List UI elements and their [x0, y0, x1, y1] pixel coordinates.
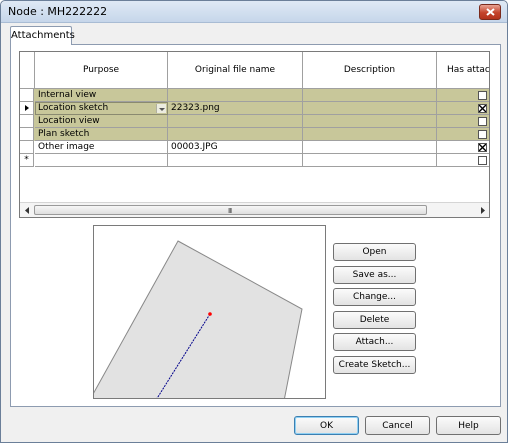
cell-has-attachment [437, 102, 489, 115]
table-row[interactable]: Other image 00003.JPG [20, 141, 489, 154]
column-header-file-name[interactable]: Original file name [168, 52, 303, 89]
check-mark-icon [479, 144, 486, 151]
table-row[interactable]: Location view [20, 115, 489, 128]
has-attachment-checkbox[interactable] [478, 104, 487, 113]
purpose-dropdown-value: Location sketch [38, 103, 109, 113]
cell-description[interactable] [303, 128, 437, 141]
open-button[interactable]: Open [333, 243, 416, 261]
cell-file-name[interactable] [168, 115, 303, 128]
horizontal-scrollbar[interactable]: III [20, 202, 489, 217]
cell-purpose[interactable]: Other image [35, 141, 168, 154]
row-header[interactable] [20, 89, 34, 102]
cell-has-attachment [437, 115, 489, 128]
new-row[interactable]: * [20, 154, 489, 167]
has-attachment-checkbox[interactable] [478, 156, 487, 165]
scroll-left-icon[interactable] [24, 207, 30, 214]
tab-attachments[interactable]: Attachments [10, 26, 75, 45]
ok-button[interactable]: OK [294, 416, 359, 435]
has-attachment-checkbox[interactable] [478, 143, 487, 152]
cell-file-name[interactable]: 22323.png [168, 102, 303, 115]
sketch-image [94, 240, 303, 398]
cell-description[interactable] [303, 102, 437, 115]
new-row-marker-icon[interactable]: * [20, 154, 34, 167]
has-attachment-checkbox[interactable] [478, 130, 487, 139]
cell-description[interactable] [303, 141, 437, 154]
window-title: Node : MH222222 [8, 5, 108, 18]
cancel-button[interactable]: Cancel [365, 416, 430, 435]
cell-purpose[interactable] [35, 154, 168, 167]
row-header[interactable] [20, 141, 34, 154]
cell-purpose[interactable]: Internal view [35, 89, 168, 102]
close-icon [485, 8, 495, 16]
create-sketch-button[interactable]: Create Sketch... [333, 356, 416, 374]
change-button[interactable]: Change... [333, 288, 416, 306]
scroll-right-icon[interactable] [480, 207, 486, 214]
dialog-window: Node : MH222222 Attachments Purpose Orig… [0, 0, 508, 443]
cell-purpose[interactable]: Location view [35, 115, 168, 128]
cell-file-name[interactable] [168, 89, 303, 102]
delete-button[interactable]: Delete [333, 311, 416, 329]
table-row[interactable]: Plan sketch [20, 128, 489, 141]
sketch-point [208, 312, 212, 316]
attachments-grid: Purpose Original file name Description H… [19, 51, 490, 218]
grip-icon: III [228, 207, 232, 215]
current-row-arrow-icon [25, 105, 29, 111]
column-header-description[interactable]: Description [303, 52, 437, 89]
scrollbar-thumb[interactable]: III [34, 205, 427, 215]
purpose-dropdown[interactable]: Location sketch [35, 102, 168, 115]
cell-file-name[interactable] [168, 154, 303, 167]
row-header[interactable] [20, 115, 34, 128]
column-header-purpose[interactable]: Purpose [35, 52, 168, 89]
row-header[interactable] [20, 102, 34, 115]
cell-file-name[interactable] [168, 128, 303, 141]
title-bar[interactable]: Node : MH222222 [1, 1, 507, 23]
grid-corner [20, 52, 35, 89]
cell-has-attachment [437, 154, 489, 167]
cell-description[interactable] [303, 89, 437, 102]
row-header[interactable] [20, 128, 34, 141]
sketch-preview [93, 225, 326, 399]
table-row[interactable]: Internal view [20, 89, 489, 102]
has-attachment-checkbox[interactable] [478, 91, 487, 100]
cell-description[interactable] [303, 115, 437, 128]
check-mark-icon [479, 105, 486, 112]
dropdown-button[interactable] [156, 104, 166, 113]
cell-has-attachment [437, 89, 489, 102]
chevron-down-icon [159, 108, 165, 111]
cell-has-attachment [437, 128, 489, 141]
help-button[interactable]: Help [436, 416, 501, 435]
attach-button[interactable]: Attach... [333, 333, 416, 351]
table-row[interactable]: Location sketch 22323.png [20, 102, 489, 115]
cell-purpose[interactable]: Plan sketch [35, 128, 168, 141]
cell-description[interactable] [303, 154, 437, 167]
column-header-has-attachment[interactable]: Has attachment [437, 52, 489, 89]
close-button[interactable] [479, 4, 501, 20]
has-attachment-checkbox[interactable] [478, 117, 487, 126]
save-as-button[interactable]: Save as... [333, 266, 416, 284]
cell-has-attachment [437, 141, 489, 154]
grid-body: Purpose Original file name Description H… [20, 52, 489, 202]
cell-file-name[interactable]: 00003.JPG [168, 141, 303, 154]
